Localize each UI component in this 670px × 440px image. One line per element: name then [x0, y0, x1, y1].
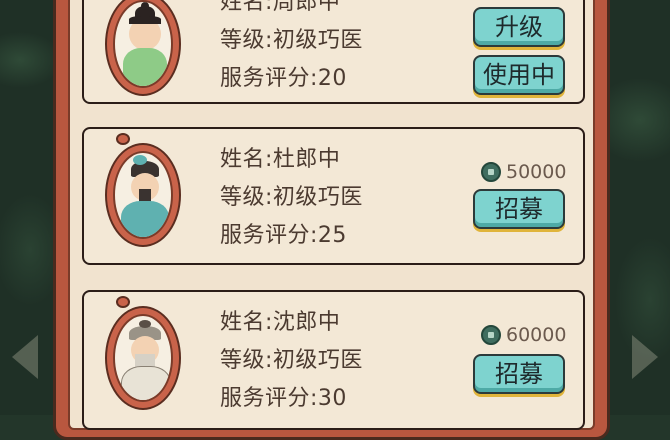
in-use-button[interactable]: 使用中: [473, 55, 565, 95]
doctor-portrait: [105, 143, 181, 247]
doctor-portrait: [105, 0, 181, 96]
doctor-rating: 服务评分:25: [220, 223, 347, 248]
frame-knob: [116, 296, 130, 308]
doctor-name: 姓名:杜郎中: [220, 147, 341, 172]
doctor-level: 等级:初级巧医: [220, 28, 363, 53]
doctor-level: 等级:初级巧医: [220, 348, 363, 373]
recruit-cost: 60000: [481, 324, 566, 346]
doctor-card: 姓名:周郎中 等级:初级巧医 服务评分:20 升级 使用中: [82, 0, 585, 104]
recruit-cost-value: 60000: [506, 324, 567, 346]
previous-arrow-icon[interactable]: [12, 335, 38, 379]
coin-icon: [481, 325, 501, 345]
recruit-cost: 50000: [481, 161, 566, 183]
next-arrow-icon[interactable]: [632, 335, 658, 379]
doctor-name: 姓名:周郎中: [220, 0, 341, 15]
recruit-cost-value: 50000: [506, 161, 567, 183]
recruit-button[interactable]: 招募: [473, 189, 565, 229]
doctor-rating: 服务评分:30: [220, 386, 347, 411]
doctor-level: 等级:初级巧医: [220, 185, 363, 210]
doctor-card: 姓名:沈郎中 等级:初级巧医 服务评分:30 60000 招募: [82, 290, 585, 430]
recruit-button[interactable]: 招募: [473, 354, 565, 394]
doctor-name: 姓名:沈郎中: [220, 310, 341, 335]
doctor-card: 姓名:杜郎中 等级:初级巧医 服务评分:25 50000 招募: [82, 127, 585, 265]
frame-knob: [116, 133, 130, 145]
upgrade-button[interactable]: 升级: [473, 7, 565, 47]
doctor-portrait: [105, 306, 181, 410]
doctor-rating: 服务评分:20: [220, 66, 347, 91]
coin-icon: [481, 162, 501, 182]
